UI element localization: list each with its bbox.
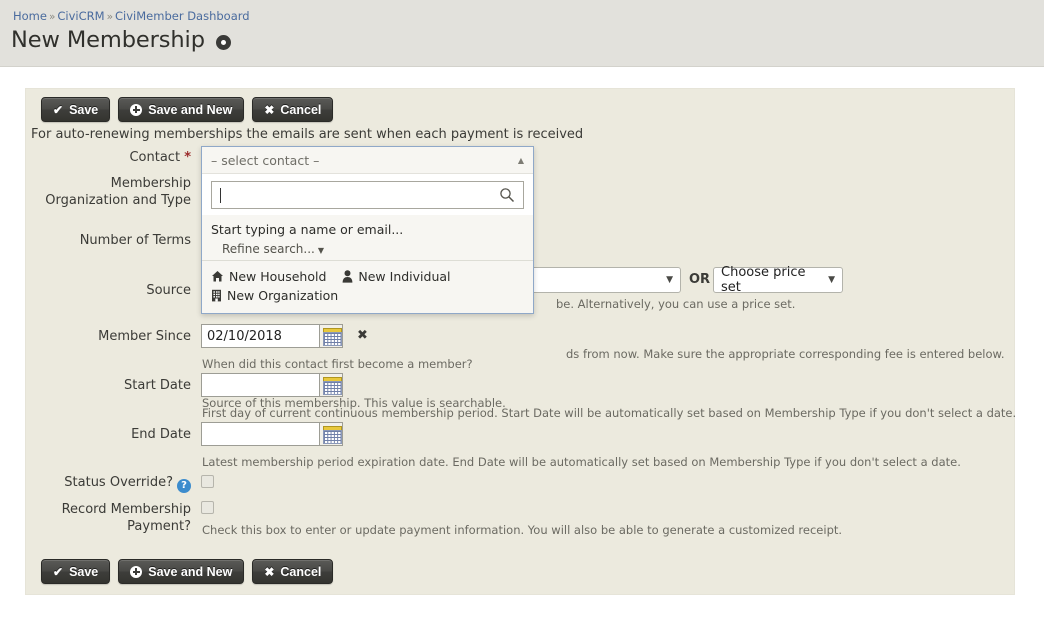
member-since-input[interactable] [201, 324, 319, 348]
cancel-button-label: Cancel [280, 564, 322, 579]
cancel-button-label: Cancel [280, 102, 322, 117]
help-question-icon[interactable]: ? [177, 478, 191, 493]
contact-dropdown-body: Start typing a name or email... Refine s… [202, 215, 533, 260]
member-since-clear-button[interactable]: ✖ [357, 324, 368, 348]
refine-search-toggle[interactable]: Refine search... ▼ [211, 242, 524, 256]
page-title: New Membership [11, 27, 205, 53]
check-icon: ✔ [53, 102, 64, 117]
breadcrumb: Home» CiviCRM» CiviMember Dashboard [13, 9, 250, 23]
plus-circle-icon [130, 103, 143, 116]
new-household-action[interactable]: New Household [211, 269, 326, 284]
x-icon: ✖ [264, 102, 275, 117]
contact-dropdown-search-wrap [202, 174, 533, 215]
end-date-label: End Date [131, 427, 191, 442]
save-button[interactable]: ✔ Save [41, 97, 111, 122]
caret-up-icon[interactable]: ▲ [518, 156, 524, 165]
house-icon [211, 270, 224, 283]
person-icon [342, 270, 353, 283]
calendar-icon[interactable] [319, 373, 343, 397]
start-date-date-wrap [201, 373, 343, 397]
page-title-row: New Membership [11, 27, 231, 53]
refine-search-label: Refine search... [222, 242, 315, 256]
chevron-down-icon: ▼ [828, 275, 835, 285]
save-button-bottom[interactable]: ✔ Save [41, 559, 111, 584]
caret-down-icon: ▼ [317, 246, 325, 255]
record-payment-label: Record Membership Payment? [61, 502, 191, 534]
member-since-date-wrap [201, 324, 343, 348]
x-icon: ✖ [264, 564, 275, 579]
contact-label: Contact * [129, 150, 191, 165]
gear-icon[interactable] [215, 35, 231, 50]
breadcrumb-separator: » [106, 11, 114, 23]
plus-circle-icon [130, 565, 143, 578]
or-separator-label: OR [689, 272, 711, 287]
calendar-icon[interactable] [319, 324, 343, 348]
start-date-input[interactable] [201, 373, 319, 397]
breadcrumb-item-civimember-dashboard[interactable]: CiviMember Dashboard [115, 9, 250, 23]
breadcrumb-item-home[interactable]: Home [13, 9, 47, 23]
end-date-help: Latest membership period expiration date… [202, 455, 961, 469]
chevron-down-icon: ▼ [666, 275, 673, 285]
contact-dropdown-actions: New Household New Individual New Organiz… [202, 260, 533, 313]
save-and-new-button[interactable]: Save and New [118, 97, 245, 122]
check-icon: ✔ [53, 564, 64, 579]
status-override-label: Status Override?? [31, 474, 191, 493]
text-cursor [220, 187, 221, 203]
new-organization-action[interactable]: New Organization [211, 288, 338, 303]
start-date-help: First day of current continuous membersh… [202, 406, 1017, 420]
breadcrumb-separator: » [48, 11, 56, 23]
end-date-date-wrap [201, 422, 343, 446]
required-marker: * [184, 150, 191, 165]
contact-dropdown-header[interactable]: – select contact – ▲ [202, 147, 533, 174]
contact-dropdown-action-line: New Organization [211, 286, 524, 305]
price-set-select-value: Choose price set [721, 265, 806, 295]
cancel-button-bottom[interactable]: ✖ Cancel [252, 559, 334, 584]
member-since-label: Member Since [98, 329, 191, 344]
auto-renew-intro-text: For auto-renewing memberships the emails… [31, 127, 584, 142]
contact-dropdown-header-label: – select contact – [211, 152, 320, 168]
save-button-label: Save [69, 102, 99, 117]
source-label: Source [146, 283, 191, 298]
save-and-new-button-label: Save and New [148, 102, 233, 117]
contact-search-input[interactable] [211, 181, 524, 209]
cancel-button[interactable]: ✖ Cancel [252, 97, 334, 122]
number-of-terms-label: Number of Terms [79, 233, 191, 248]
member-since-help: When did this contact first become a mem… [202, 357, 473, 371]
record-payment-help: Check this box to enter or update paymen… [202, 523, 843, 537]
breadcrumb-item-civicrm[interactable]: CiviCRM [57, 9, 104, 23]
end-date-input[interactable] [201, 422, 319, 446]
contact-dropdown-action-line: New Household New Individual [211, 267, 524, 286]
price-set-select[interactable]: Choose price set ▼ [713, 265, 843, 295]
new-organization-label: New Organization [227, 288, 339, 303]
membership-org-type-label: Membership Organization and Type [45, 176, 191, 208]
record-payment-checkbox[interactable] [201, 501, 214, 514]
status-override-checkbox[interactable] [201, 475, 214, 488]
save-and-new-button-label: Save and New [148, 564, 233, 579]
new-individual-action[interactable]: New Individual [342, 269, 451, 284]
number-of-terms-help: ds from now. Make sure the appropriate c… [566, 347, 1005, 361]
contact-search-hint: Start typing a name or email... [211, 222, 404, 237]
building-icon [211, 289, 222, 302]
calendar-icon[interactable] [319, 422, 343, 446]
new-individual-label: New Individual [358, 269, 451, 284]
start-date-label: Start Date [124, 378, 191, 393]
toolbar-top: ✔ Save Save and New ✖ Cancel [41, 97, 334, 122]
toolbar-bottom: ✔ Save Save and New ✖ Cancel [41, 559, 334, 584]
search-icon [499, 187, 515, 203]
save-button-label: Save [69, 564, 99, 579]
contact-select-dropdown: – select contact – ▲ Start typing a name… [201, 146, 534, 314]
save-and-new-button-bottom[interactable]: Save and New [118, 559, 245, 584]
membership-type-help: be. Alternatively, you can use a price s… [556, 297, 796, 311]
new-household-label: New Household [229, 269, 327, 284]
page-header-band: Home» CiviCRM» CiviMember Dashboard New Me… [0, 0, 1044, 67]
